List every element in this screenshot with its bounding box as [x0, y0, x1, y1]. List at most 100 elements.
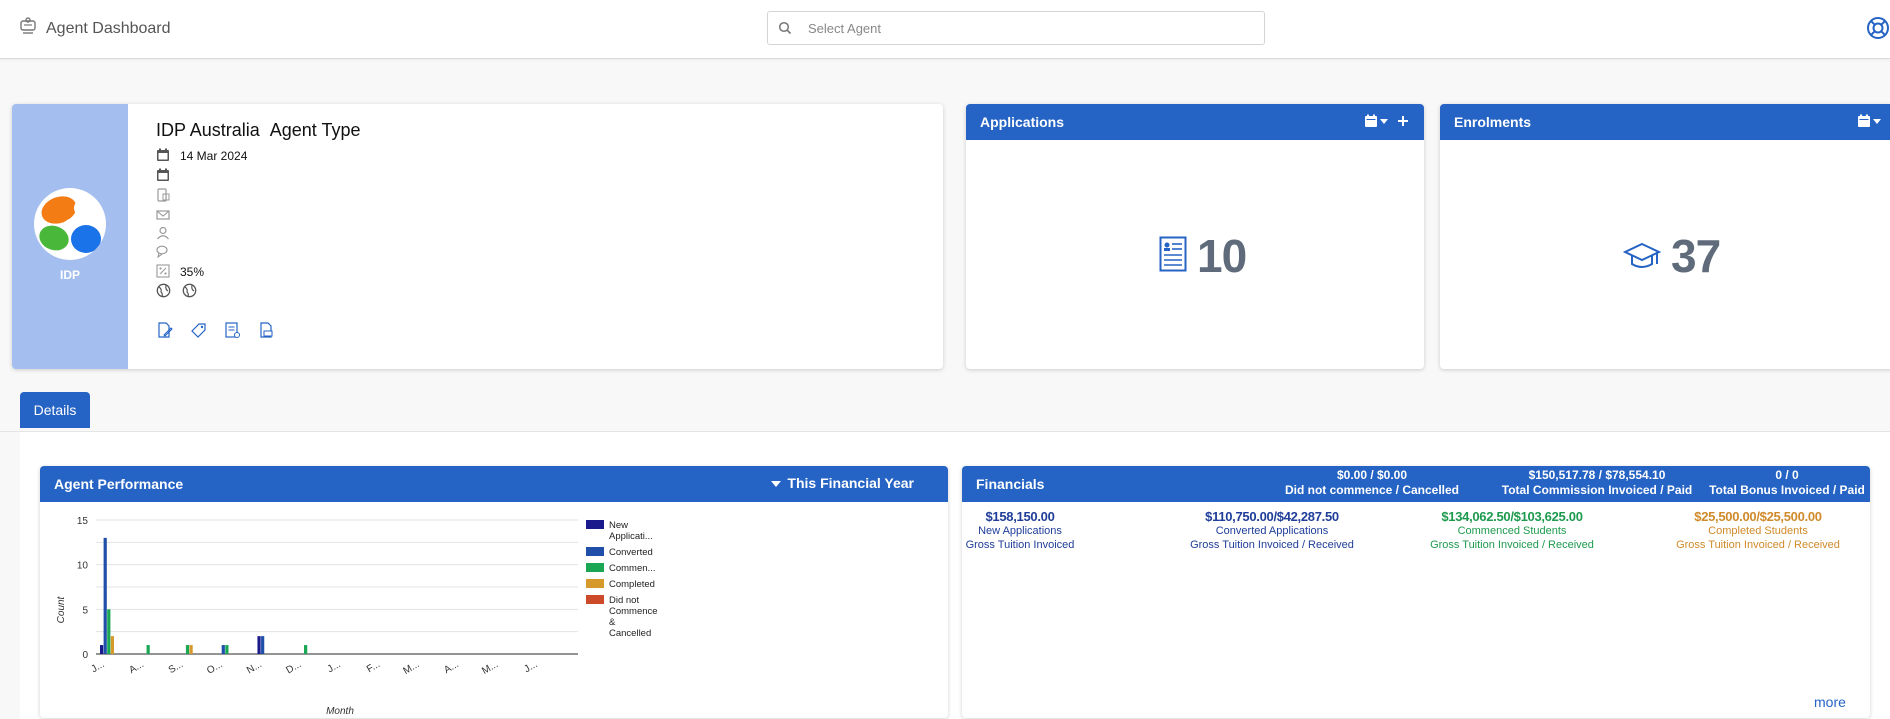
chart-bar — [261, 636, 265, 654]
phone-icon — [156, 187, 170, 205]
more-link[interactable]: more — [1814, 694, 1846, 710]
help-lifebuoy-icon[interactable] — [1866, 16, 1890, 45]
financials-card: Financials $0.00 / $0.00 Did not commenc… — [962, 466, 1870, 718]
agent-name: IDP Australia — [156, 120, 260, 140]
chat-icon — [156, 244, 170, 261]
application-form-icon — [1159, 229, 1187, 283]
enrolments-card: Enrolments 37 — [1440, 104, 1890, 369]
chart-bar — [107, 609, 111, 654]
x-tick-label: A... — [442, 659, 461, 676]
x-tick-label: A... — [127, 659, 146, 676]
calendar-dropdown-icon[interactable] — [1364, 114, 1390, 133]
search-icon — [778, 21, 792, 35]
top-bar: Agent Dashboard — [0, 0, 1890, 59]
agent-logo — [34, 188, 106, 260]
chart-bar — [103, 537, 107, 654]
fin-label: New Applications — [978, 525, 1062, 537]
percent-icon — [156, 263, 170, 281]
legend-label: Did not Commence & Cancelled — [609, 595, 658, 639]
agent-email-row — [156, 208, 170, 224]
x-tick-label: N... — [245, 659, 264, 676]
chart-bar — [146, 645, 150, 654]
financial-col-commenced: $134,062.50/$103,625.00 Commenced Studen… — [1382, 510, 1642, 552]
agent-expiry-row — [156, 168, 170, 184]
fin-label: Converted Applications — [1215, 525, 1329, 537]
fin-label: Commenced Students — [1457, 525, 1567, 537]
y-tick-label: 5 — [82, 605, 88, 616]
fin-value: $25,500.00/$25,500.00 — [1694, 509, 1822, 524]
legend-label: Converted — [609, 547, 653, 558]
add-application-icon[interactable] — [1396, 114, 1410, 133]
period-dropdown[interactable]: This Financial Year — [771, 475, 914, 491]
caret-down-icon — [771, 475, 782, 491]
chart-bar — [185, 645, 190, 654]
legend-swatch — [586, 547, 604, 556]
agent-contact-row — [156, 226, 170, 242]
calendar-icon — [156, 168, 170, 185]
summary-value: 0 / 0 — [1775, 468, 1799, 482]
pdf-file-icon[interactable] — [258, 322, 275, 344]
agent-web-row — [156, 283, 197, 301]
globe-icon[interactable] — [156, 283, 171, 301]
chart-bar — [225, 645, 229, 654]
tag-icon[interactable] — [190, 322, 207, 344]
applications-card: Applications 10 — [966, 104, 1424, 369]
graduation-cap-icon — [1622, 229, 1662, 283]
y-axis-title: Count — [56, 595, 67, 623]
legend-label: Completed — [609, 579, 655, 590]
report-icon[interactable] — [224, 322, 241, 344]
applications-header-actions — [1364, 114, 1410, 133]
x-tick-label: M... — [401, 659, 421, 677]
financials-title: Financials — [976, 476, 1045, 492]
financial-col-new: $158,150.00 New Applications Gross Tuiti… — [962, 510, 1078, 552]
y-tick-label: 0 — [82, 650, 88, 661]
agent-search[interactable] — [767, 11, 1265, 45]
calendar-dropdown-icon[interactable] — [1857, 114, 1883, 133]
agent-date-row: 14 Mar 2024 — [156, 148, 247, 164]
y-tick-label: 10 — [77, 561, 89, 572]
agent-phone-row — [156, 187, 170, 205]
edit-document-icon[interactable] — [156, 322, 173, 344]
period-label: This Financial Year — [787, 475, 914, 491]
x-tick-label: D... — [284, 659, 303, 676]
x-tick-label: J... — [326, 659, 343, 675]
legend-swatch — [586, 595, 604, 604]
y-tick-label: 15 — [77, 516, 89, 527]
fin-value: $158,150.00 — [985, 509, 1055, 524]
fin-label: Completed Students — [1708, 525, 1808, 537]
agent-performance-title: Agent Performance — [54, 476, 184, 492]
profile-sidebar: IDP — [12, 104, 128, 369]
calendar-icon — [156, 148, 170, 165]
legend-label: New Applicati... — [609, 520, 653, 542]
fin-sub: Gross Tuition Invoiced / Received — [1676, 539, 1840, 551]
agent-profile-card: IDP IDP Australia Agent Type 14 Mar 2024… — [12, 104, 943, 369]
app-title: Agent Dashboard — [46, 19, 171, 37]
agent-commission-row: 35% — [156, 263, 204, 281]
globe-icon[interactable] — [182, 283, 197, 301]
applications-title: Applications — [980, 114, 1065, 130]
x-tick-label: J... — [522, 659, 539, 675]
tab-details[interactable]: Details — [20, 392, 90, 428]
chart-bar — [189, 645, 193, 654]
x-tick-label: F... — [365, 659, 382, 675]
legend-swatch — [586, 563, 604, 572]
x-tick-label: M... — [480, 659, 500, 677]
applications-header: Applications — [966, 104, 1424, 140]
chart-bar — [221, 645, 225, 654]
chart-bar — [110, 636, 114, 654]
chart-bar — [257, 636, 261, 654]
fin-value: $134,062.50/$103,625.00 — [1441, 509, 1583, 524]
fin-sub: Gross Tuition Invoiced / Received — [1430, 539, 1594, 551]
agent-type: Agent Type — [269, 120, 361, 140]
app-brand[interactable]: Agent Dashboard — [18, 16, 171, 41]
chart-bar — [100, 645, 104, 654]
chart-bar — [304, 645, 308, 654]
agent-search-input[interactable] — [808, 20, 1228, 36]
x-tick-label: S... — [167, 659, 186, 676]
email-icon — [156, 208, 170, 225]
performance-chart: 0 5 10 15 J... A... S... O... N... D... J... F... M.… — [56, 516, 658, 717]
enrolments-header-actions — [1857, 114, 1883, 133]
legend-swatch — [586, 579, 604, 588]
fin-value: $110,750.00/$42,287.50 — [1205, 509, 1339, 524]
dashboard-icon — [18, 16, 38, 41]
